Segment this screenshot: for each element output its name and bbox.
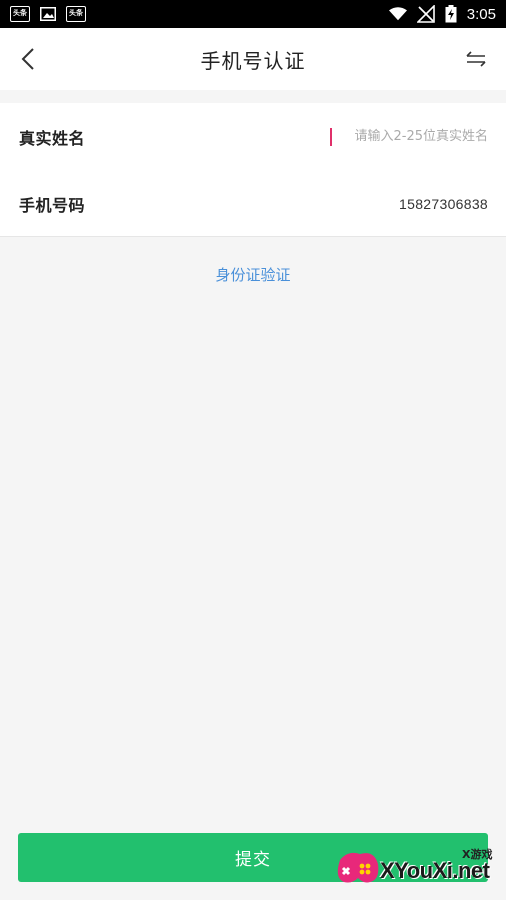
phone-auth-screen: 头条 头条 3:05 手机号认证 真实姓名 请输入2-25位真实姓名 手机号码 … bbox=[0, 0, 506, 900]
battery-charging-icon bbox=[445, 5, 457, 23]
text-caret bbox=[330, 127, 332, 146]
watermark: X游戏 XYouXi.net bbox=[334, 842, 502, 898]
phone-number-value: 15827306838 bbox=[399, 195, 488, 212]
switch-button[interactable] bbox=[462, 45, 490, 73]
real-name-label: 真实姓名 bbox=[19, 128, 86, 148]
status-system: 3:05 bbox=[388, 5, 496, 23]
status-bar: 头条 头条 3:05 bbox=[0, 0, 506, 28]
app-header: 手机号认证 bbox=[0, 28, 506, 90]
image-notification-icon bbox=[40, 7, 56, 21]
watermark-text: XYouXi.net bbox=[380, 858, 490, 883]
status-notifications: 头条 头条 bbox=[10, 6, 86, 22]
real-name-row: 真实姓名 bbox=[0, 103, 506, 170]
phone-number-label: 手机号码 bbox=[19, 195, 86, 215]
wifi-icon bbox=[388, 7, 407, 21]
real-name-input[interactable] bbox=[328, 121, 488, 152]
phone-number-row: 手机号码 15827306838 bbox=[0, 170, 506, 237]
id-card-verify-link[interactable]: 身份证验证 bbox=[0, 264, 506, 285]
toutiao-notification-icon-2: 头条 bbox=[66, 6, 86, 22]
back-button[interactable] bbox=[14, 45, 42, 73]
real-name-input-wrap bbox=[328, 121, 488, 152]
page-title: 手机号认证 bbox=[200, 48, 306, 73]
no-signal-icon bbox=[416, 5, 435, 23]
switch-arrows-icon bbox=[466, 51, 486, 67]
gamepad-logo-icon bbox=[337, 852, 379, 883]
chevron-left-icon bbox=[21, 48, 34, 70]
status-clock: 3:05 bbox=[466, 5, 496, 23]
toutiao-notification-icon: 头条 bbox=[10, 6, 30, 22]
form-card: 真实姓名 手机号码 15827306838 bbox=[0, 103, 506, 237]
